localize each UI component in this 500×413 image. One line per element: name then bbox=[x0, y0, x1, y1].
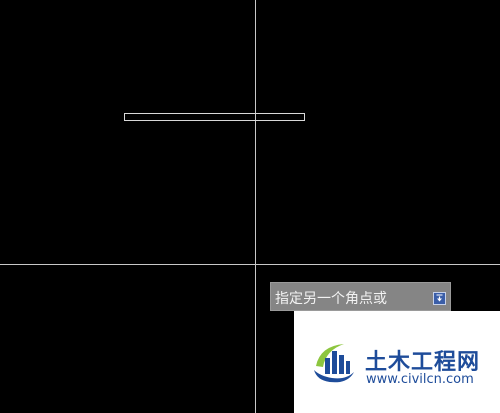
crosshair-vertical-line bbox=[255, 0, 256, 413]
watermark: 土木工程网 www.civilcn.com bbox=[294, 311, 500, 413]
down-arrow-icon[interactable] bbox=[433, 292, 446, 305]
watermark-url: www.civilcn.com bbox=[366, 372, 474, 387]
drawing-canvas[interactable]: 指定另一个角点或 土木工程网 www.civilcn.com bbox=[0, 0, 500, 413]
crosshair-horizontal-line bbox=[0, 264, 500, 265]
rectangle-preview bbox=[124, 113, 305, 121]
civilcn-logo-icon bbox=[310, 336, 358, 386]
command-prompt-tooltip: 指定另一个角点或 bbox=[270, 282, 451, 311]
command-prompt-text: 指定另一个角点或 bbox=[275, 291, 387, 307]
